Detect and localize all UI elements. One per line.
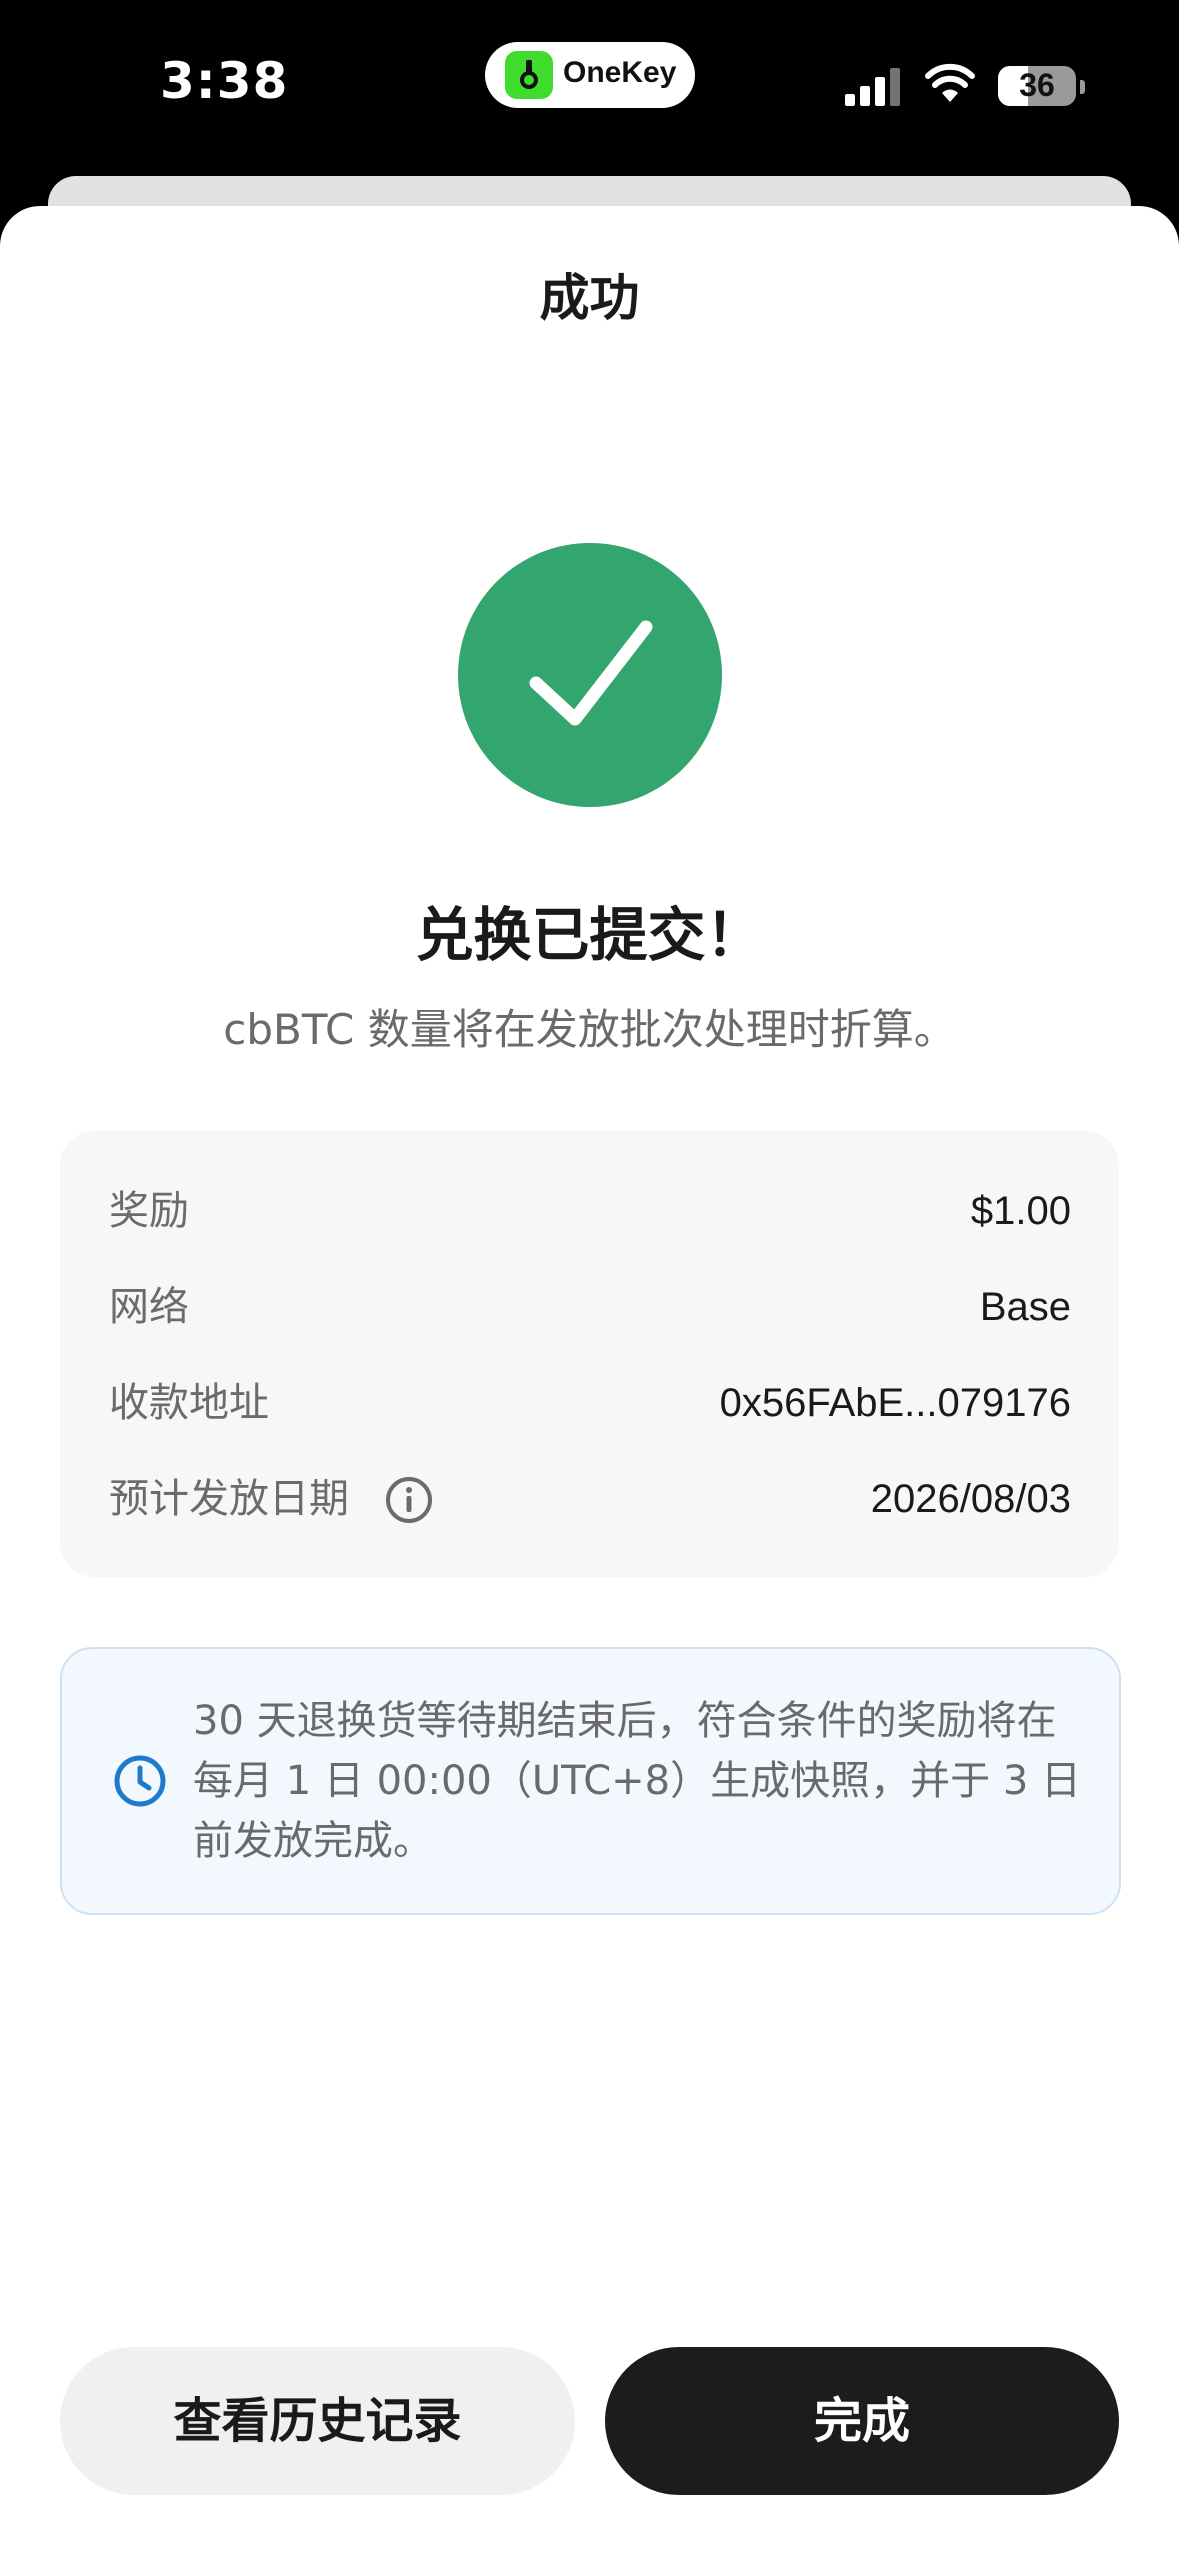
dynamic-island[interactable]: OneKey: [485, 42, 695, 108]
detail-value: $1.00: [970, 1189, 1071, 1233]
detail-row-network: 网络 Base: [109, 1277, 1071, 1337]
distribution-notice: 30 天退换货等待期结束后，符合条件的奖励将在每月 1 日 00:00（UTC+…: [60, 1647, 1121, 1915]
detail-value: 2026/08/03: [870, 1477, 1071, 1521]
success-subline: cbBTC 数量将在发放批次处理时折算。: [223, 1005, 956, 1054]
detail-value: Base: [979, 1285, 1071, 1329]
detail-label: 奖励: [109, 1188, 189, 1234]
done-button[interactable]: 完成: [605, 2347, 1119, 2495]
detail-row-address: 收款地址 0x56FAbE...079176: [109, 1373, 1071, 1433]
island-app-name: OneKey: [563, 56, 677, 89]
info-icon[interactable]: [385, 1476, 433, 1524]
battery-level: 36: [1019, 67, 1055, 103]
status-bar: 3:38 OneKey 36: [0, 0, 1179, 180]
battery-cap: [1080, 80, 1085, 94]
detail-row-reward: 奖励 $1.00: [109, 1181, 1071, 1241]
detail-row-date: 预计发放日期 2026/08/03: [109, 1469, 1071, 1529]
success-headline: 兑换已提交！: [415, 901, 764, 969]
view-history-button[interactable]: 查看历史记录: [60, 2347, 575, 2495]
success-check-icon: [458, 543, 722, 807]
cellular-signal-icon: [845, 66, 905, 106]
notice-text: 30 天退换货等待期结束后，符合条件的奖励将在每月 1 日 00:00（UTC+…: [193, 1698, 1082, 1864]
wifi-icon: [925, 63, 975, 102]
detail-label: 收款地址: [109, 1380, 269, 1426]
clock-icon: [114, 1755, 166, 1807]
onekey-logo-icon: [505, 51, 553, 99]
detail-label: 预计发放日期: [109, 1476, 349, 1522]
detail-label: 网络: [109, 1284, 189, 1330]
status-time: 3:38: [160, 52, 289, 110]
details-card: 奖励 $1.00 网络 Base 收款地址 0x56FAbE...079176 …: [60, 1131, 1119, 1577]
sheet-title: 成功: [539, 269, 640, 327]
battery-icon: 36: [998, 66, 1076, 106]
phone-screen: 3:38 OneKey 36 成功 兑换已提交！ cbBTC 数量将在发放批次处…: [0, 0, 1179, 2556]
detail-value: 0x56FAbE...079176: [719, 1381, 1071, 1425]
